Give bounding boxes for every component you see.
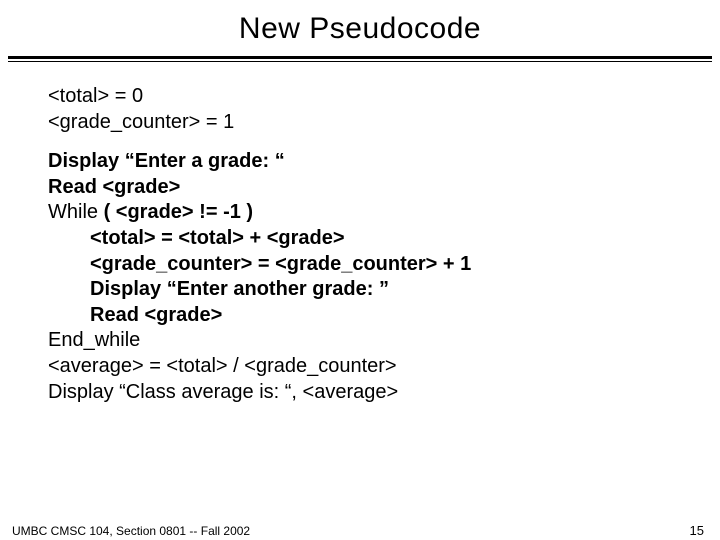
code-line: <total> = <total> + <grade>: [90, 226, 720, 252]
code-line: <total> = 0: [48, 84, 720, 110]
code-line: <average> = <total> / <grade_counter>: [48, 354, 720, 380]
pseudocode-block: Display “Enter a grade: “ Read <grade> W…: [48, 149, 720, 405]
divider-thin: [8, 61, 712, 62]
divider-thick: [8, 56, 712, 59]
title-divider: [0, 56, 720, 62]
footer-course-info: UMBC CMSC 104, Section 0801 -- Fall 2002: [12, 524, 250, 538]
code-line: While ( <grade> != -1 ): [48, 200, 720, 226]
code-line: <grade_counter> = <grade_counter> + 1: [90, 252, 720, 278]
code-line: Read <grade>: [90, 303, 720, 329]
slide-title: New Pseudocode: [0, 12, 720, 46]
code-line: <grade_counter> = 1: [48, 110, 720, 136]
code-line: Display “Class average is: “, <average>: [48, 380, 720, 406]
slide-number: 15: [690, 523, 704, 538]
while-keyword: While: [48, 201, 98, 223]
code-line: Display “Enter another grade: ”: [90, 277, 720, 303]
code-line: End_while: [48, 328, 720, 354]
init-block: <total> = 0 <grade_counter> = 1: [48, 84, 720, 135]
content-area: <total> = 0 <grade_counter> = 1 Display …: [48, 84, 720, 405]
code-line: Read <grade>: [48, 175, 720, 201]
code-line: Display “Enter a grade: “: [48, 149, 720, 175]
while-condition: ( <grade> != -1 ): [98, 201, 253, 223]
